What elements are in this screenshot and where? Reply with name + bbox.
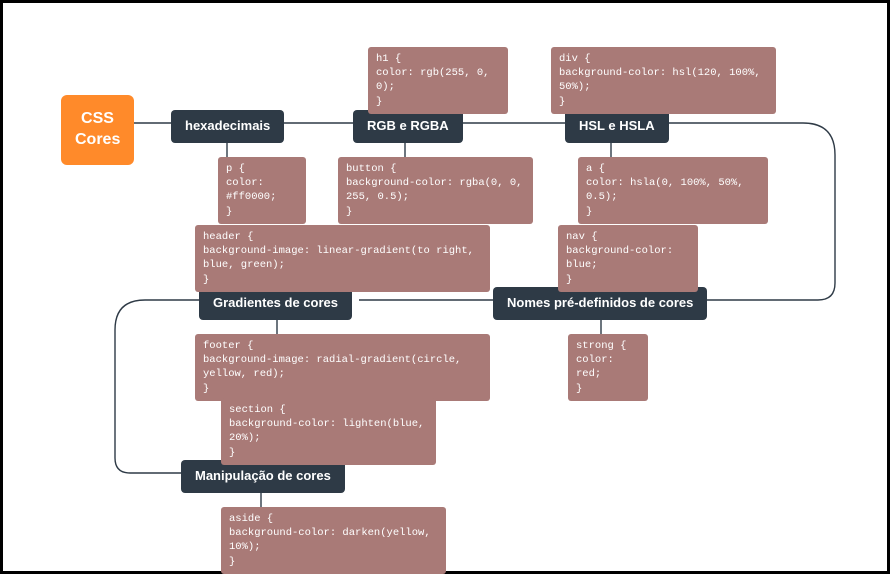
branch-manipulacao: Manipulação de cores — [181, 460, 345, 493]
leaf-aside-darken: aside { background-color: darken(yellow,… — [221, 507, 446, 574]
branch-rgb-rgba: RGB e RGBA — [353, 110, 463, 143]
leaf-rgb-h1: h1 { color: rgb(255, 0, 0); } — [368, 47, 508, 114]
leaf-strong-red: strong { color: red; } — [568, 334, 648, 401]
leaf-hsl-div: div { background-color: hsl(120, 100%, 5… — [551, 47, 776, 114]
leaf-footer-radial-gradient: footer { background-image: radial-gradie… — [195, 334, 490, 401]
root-node: CSS Cores — [61, 95, 134, 165]
leaf-hex-example: p { color: #ff0000; } — [218, 157, 306, 224]
branch-hexadecimais: hexadecimais — [171, 110, 284, 143]
branch-nomes-predefinidos: Nomes pré-definidos de cores — [493, 287, 707, 320]
leaf-hsla-a: a { color: hsla(0, 100%, 50%, 0.5); } — [578, 157, 768, 224]
branch-hsl-hsla: HSL e HSLA — [565, 110, 669, 143]
leaf-rgba-button: button { background-color: rgba(0, 0, 25… — [338, 157, 533, 224]
leaf-section-lighten: section { background-color: lighten(blue… — [221, 398, 436, 465]
leaf-nav-blue: nav { background-color: blue; } — [558, 225, 698, 292]
branch-gradientes: Gradientes de cores — [199, 287, 352, 320]
leaf-header-linear-gradient: header { background-image: linear-gradie… — [195, 225, 490, 292]
